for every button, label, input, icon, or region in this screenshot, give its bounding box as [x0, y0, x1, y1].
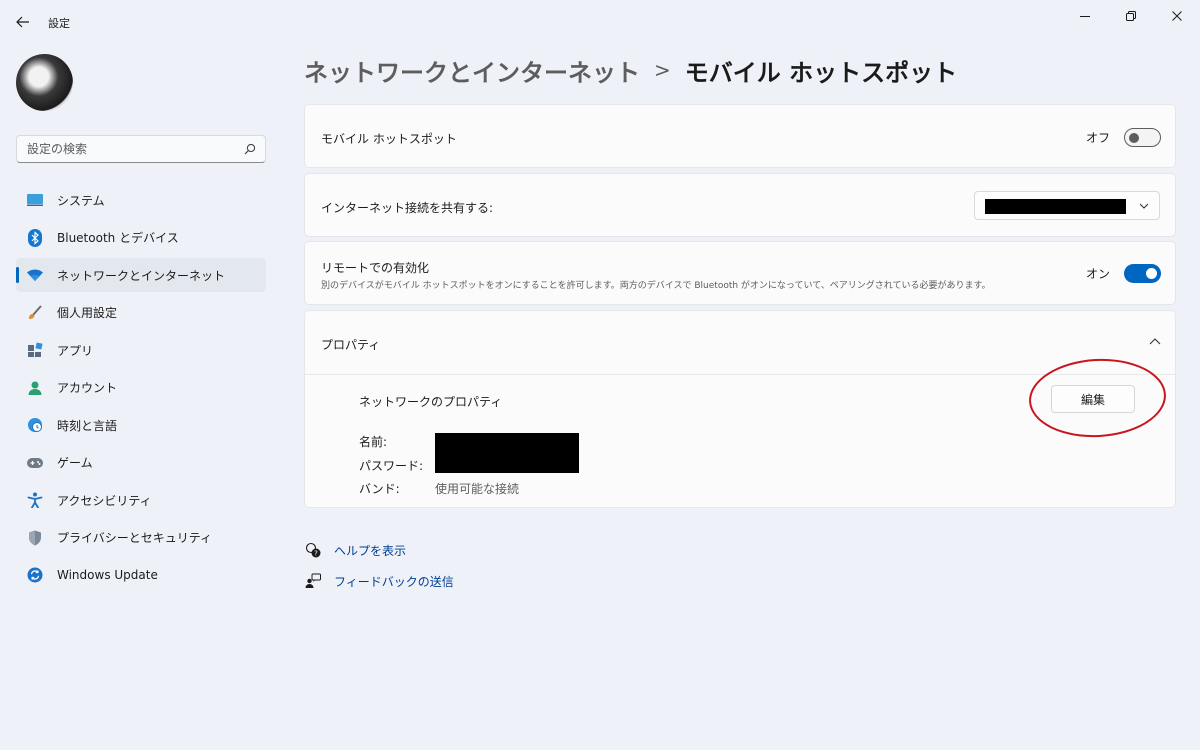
- shield-icon: [26, 529, 44, 547]
- sidebar-item-label: ネットワークとインターネット: [57, 268, 226, 283]
- properties-title: プロパティ: [321, 338, 381, 352]
- redacted-connection-name: [985, 199, 1126, 214]
- sidebar-item-apps[interactable]: アプリ: [16, 333, 266, 367]
- feedback-link[interactable]: フィードバックの送信: [304, 572, 454, 590]
- app-title: 設定: [48, 17, 70, 30]
- remote-toggle[interactable]: [1124, 264, 1161, 283]
- minimize-icon: [1080, 16, 1090, 17]
- sidebar-item-label: アプリ: [57, 343, 94, 358]
- remote-enable-label: リモートでの有効化: [321, 261, 430, 275]
- breadcrumb-separator: >: [654, 58, 671, 82]
- avatar[interactable]: [16, 54, 73, 111]
- help-link-label: ヘルプを表示: [334, 543, 407, 558]
- sidebar-item-accessibility[interactable]: アクセシビリティ: [16, 483, 266, 517]
- sidebar-item-personalization[interactable]: 個人用設定: [16, 296, 266, 330]
- page-title: モバイル ホットスポット: [684, 58, 958, 87]
- chevron-down-icon: [1139, 203, 1149, 209]
- sidebar-item-label: プライバシーとセキュリティ: [57, 531, 213, 545]
- password-key: パスワード:: [359, 459, 424, 473]
- gamepad-icon: [26, 454, 44, 472]
- redacted-name-password: [435, 433, 579, 473]
- title-bar: 設定: [0, 0, 1200, 44]
- toggle-knob: [1129, 133, 1139, 143]
- windows-update-icon: [26, 566, 44, 584]
- sidebar-item-gaming[interactable]: ゲーム: [16, 446, 266, 480]
- svg-text:?: ?: [314, 550, 318, 558]
- hotspot-toggle-group: オフ: [1086, 128, 1161, 147]
- share-connection-card: インターネット接続を共有する:: [304, 173, 1176, 237]
- window-controls: [1062, 0, 1200, 32]
- feedback-link-label: フィードバックの送信: [334, 574, 454, 589]
- sidebar-item-windows-update[interactable]: Windows Update: [16, 558, 266, 592]
- minimize-button[interactable]: [1062, 0, 1108, 32]
- sidebar-item-system[interactable]: システム: [16, 183, 266, 217]
- hotspot-card: モバイル ホットスポット オフ: [304, 104, 1176, 168]
- close-button[interactable]: [1154, 0, 1200, 32]
- band-value: 使用可能な接続: [435, 482, 520, 496]
- properties-header[interactable]: プロパティ: [305, 311, 1175, 374]
- sidebar-item-privacy[interactable]: プライバシーとセキュリティ: [16, 521, 266, 555]
- sidebar-item-label: Bluetooth とデバイス: [57, 231, 179, 245]
- sidebar-item-label: ゲーム: [57, 456, 93, 470]
- search-box[interactable]: [16, 135, 266, 163]
- sidebar-item-label: 時刻と言語: [57, 418, 118, 433]
- sidebar-item-accounts[interactable]: アカウント: [16, 371, 266, 405]
- sidebar-item-time-language[interactable]: 時刻と言語: [16, 408, 266, 442]
- back-arrow-icon: [16, 16, 29, 28]
- sidebar-item-network[interactable]: ネットワークとインターネット: [16, 258, 266, 292]
- feedback-icon: [304, 572, 322, 590]
- sidebar-item-label: アクセシビリティ: [57, 493, 152, 508]
- search-input[interactable]: [17, 136, 237, 162]
- restore-icon: [1126, 11, 1136, 21]
- bluetooth-icon: [26, 228, 44, 247]
- help-link[interactable]: ? ヘルプを表示: [304, 541, 406, 559]
- accessibility-icon: [26, 491, 44, 509]
- restore-button[interactable]: [1108, 0, 1154, 32]
- hotspot-label: モバイル ホットスポット: [321, 132, 457, 146]
- remote-toggle-group: オン: [1086, 264, 1161, 283]
- remote-enable-description: 別のデバイスがモバイル ホットスポットをオンにすることを許可します。両方のデバイ…: [321, 281, 991, 291]
- brush-icon: [26, 304, 44, 322]
- sidebar-item-label: 個人用設定: [57, 306, 118, 320]
- remote-state: オン: [1085, 267, 1110, 281]
- search-icon[interactable]: [244, 143, 256, 155]
- toggle-knob: [1146, 268, 1157, 279]
- breadcrumb-parent[interactable]: ネットワークとインターネット: [304, 53, 640, 88]
- account-icon: [26, 379, 44, 397]
- close-icon: [1172, 11, 1182, 21]
- back-button[interactable]: [10, 10, 36, 34]
- share-connection-label: インターネット接続を共有する:: [321, 201, 494, 215]
- band-key: バンド:: [359, 482, 400, 496]
- apps-icon: [26, 341, 44, 359]
- remote-enable-card: リモートでの有効化 別のデバイスがモバイル ホットスポットをオンにすることを許可…: [304, 241, 1176, 305]
- share-connection-dropdown[interactable]: [974, 191, 1160, 220]
- system-icon: [26, 191, 44, 209]
- hotspot-state: オフ: [1085, 131, 1110, 145]
- sidebar-item-label: システム: [57, 193, 105, 208]
- network-properties-label: ネットワークのプロパティ: [359, 395, 503, 409]
- sidebar-item-label: Windows Update: [57, 568, 158, 582]
- hotspot-toggle[interactable]: [1124, 128, 1161, 147]
- breadcrumb: ネットワークとインターネット > モバイル ホットスポット: [304, 52, 957, 88]
- sidebar-nav: システム Bluetooth とデバイス ネットワークとインターネット 個人用設…: [16, 183, 266, 596]
- chevron-up-icon[interactable]: [1149, 337, 1161, 347]
- sidebar-item-bluetooth[interactable]: Bluetooth とデバイス: [16, 221, 266, 255]
- globe-clock-icon: [26, 416, 44, 434]
- wifi-icon: [26, 266, 44, 284]
- sidebar-item-label: アカウント: [57, 381, 118, 395]
- name-key: 名前:: [359, 435, 388, 449]
- help-icon: ?: [304, 541, 322, 559]
